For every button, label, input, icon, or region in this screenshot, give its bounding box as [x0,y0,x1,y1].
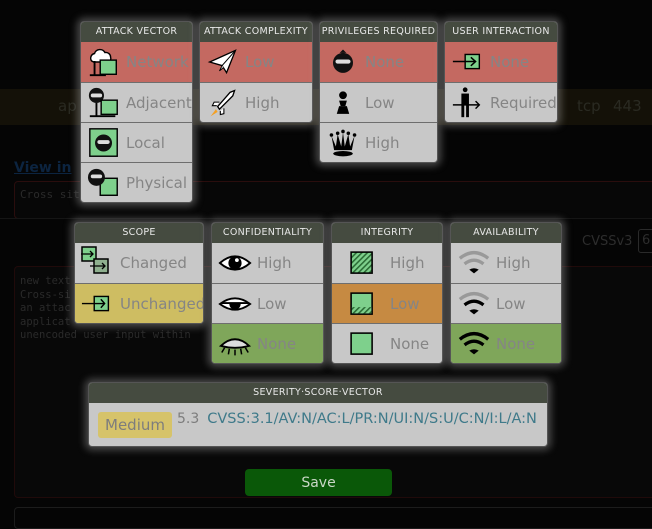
user-interaction-panel: USER INTERACTION None Required [444,21,558,123]
option-attack-complexity-high[interactable]: High [200,82,312,122]
panel-title: USER INTERACTION [445,22,557,42]
panel-title: ATTACK VECTOR [81,22,192,42]
option-label: None [257,334,297,353]
square-hatched-low-icon [346,286,378,322]
option-availability-none[interactable]: None [451,323,561,363]
severity-badge: Medium [98,411,172,438]
option-label: Low [365,93,395,112]
option-privileges-required-low[interactable]: Low [320,82,437,122]
square-plain-icon [346,326,378,362]
privileges-required-panel: PRIVILEGES REQUIRED None Low High [319,21,438,163]
scope-unchanged-icon [80,286,116,322]
option-user-interaction-none[interactable]: None [445,42,557,82]
option-label: Physical [126,173,188,192]
eye-half-icon [217,286,253,322]
host-name: ap [58,97,77,115]
option-attack-vector-adjacent[interactable]: Adjacent [81,82,192,122]
panel-title: SEVERITY·SCORE·VECTOR [89,383,547,403]
square-hatched-full-icon [346,245,378,281]
eye-open-icon [217,245,253,281]
option-label: Adjacent [126,93,192,112]
lower-box [14,507,652,529]
attack-complexity-panel: ATTACK COMPLEXITY Low High [199,21,313,123]
option-label: Network [126,53,189,71]
option-label: High [257,254,292,272]
severity-panel: SEVERITY·SCORE·VECTOR Medium 5.3 CVSS:3.… [88,382,548,447]
wifi-medium-icon [456,286,492,322]
option-label: Low [496,294,526,313]
option-scope-changed[interactable]: Changed [75,243,203,283]
score-value: 5.3 [176,410,200,427]
scope-panel: SCOPE Changed Unchanged [74,222,204,324]
panel-title: INTEGRITY [332,223,442,243]
option-label: Low [245,53,275,71]
option-label: Low [257,294,287,313]
option-label: None [496,334,536,353]
port: 443 [613,97,642,115]
option-attack-vector-network[interactable]: Network [81,42,192,82]
divider [0,218,652,219]
option-scope-unchanged[interactable]: Unchanged [75,283,203,323]
option-availability-high[interactable]: High [451,243,561,283]
option-label: High [365,133,400,152]
person-arrow-icon [450,85,486,121]
option-integrity-none[interactable]: None [332,323,442,363]
option-label: Unchanged [120,294,204,313]
option-label: Changed [120,254,187,272]
integrity-panel: INTEGRITY High Low None [331,222,443,364]
option-integrity-low[interactable]: Low [332,283,442,323]
paper-plane-icon [205,44,241,80]
panel-title: PRIVILEGES REQUIRED [320,22,437,42]
protocol: tcp [577,97,601,115]
confidentiality-panel: CONFIDENTIALITY High Low None [211,222,324,364]
save-button[interactable]: Save [245,469,392,496]
option-label: High [390,254,425,272]
wifi-weak-icon [456,245,492,281]
hacker-local-icon [86,125,122,161]
cvss-label: CVSSv3 [582,234,633,249]
availability-panel: AVAILABILITY High Low None [450,222,562,364]
view-link[interactable]: View in [14,160,71,176]
option-label: None [490,53,530,71]
option-attack-complexity-low[interactable]: Low [200,42,312,82]
option-confidentiality-low[interactable]: Low [212,283,323,323]
eye-closed-icon [217,326,253,362]
option-label: Required [490,93,557,112]
panel-title: AVAILABILITY [451,223,561,243]
option-integrity-high[interactable]: High [332,243,442,283]
option-privileges-required-none[interactable]: None [320,42,437,82]
option-user-interaction-required[interactable]: Required [445,82,557,122]
pawn-icon [325,85,361,121]
option-label: Local [126,133,165,152]
option-confidentiality-high[interactable]: High [212,243,323,283]
hacker-icon [325,44,361,80]
panel-title: ATTACK COMPLEXITY [200,22,312,42]
option-availability-low[interactable]: Low [451,283,561,323]
panel-title: SCOPE [75,223,203,243]
attack-vector-panel: ATTACK VECTOR Network Adjacent Local Physic… [80,21,193,203]
option-attack-vector-local[interactable]: Local [81,122,192,162]
option-label: Low [390,294,420,313]
rocket-icon [205,85,241,121]
option-label: High [245,93,280,112]
hacker-network-icon [86,85,122,121]
panel-title: CONFIDENTIALITY [212,223,323,243]
vector-string: CVSS:3.1/AV:N/AC:L/PR:N/UI:N/S:U/C:N/I:L… [207,410,537,427]
scope-changed-icon [80,245,116,281]
queen-icon [325,125,361,161]
option-label: High [496,254,531,272]
enter-box-icon [450,44,486,80]
option-attack-vector-physical[interactable]: Physical [81,162,192,202]
cloud-network-icon [86,44,122,80]
cvss-input[interactable]: 6 [638,229,652,253]
option-label: None [390,334,430,353]
option-confidentiality-none[interactable]: None [212,323,323,363]
wifi-full-icon [456,326,492,362]
option-privileges-required-high[interactable]: High [320,122,437,162]
option-label: None [365,53,405,71]
hacker-physical-icon [86,165,122,201]
